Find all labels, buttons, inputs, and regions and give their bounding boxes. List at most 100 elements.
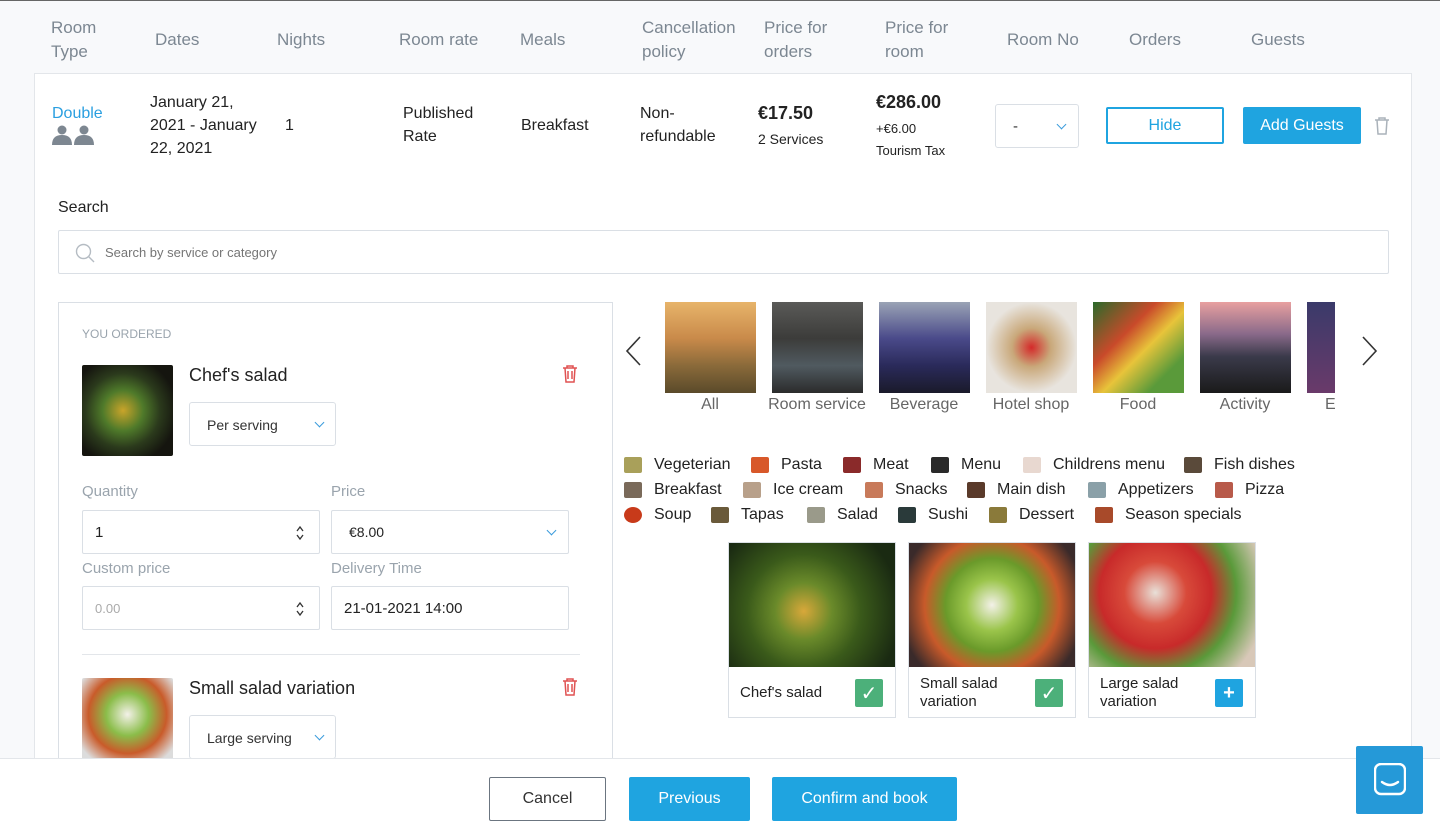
carousel-prev-icon[interactable] — [624, 335, 642, 367]
tag-menu[interactable]: Menu — [931, 456, 1001, 474]
product-card[interactable]: Chef's salad ✓ — [728, 542, 896, 718]
category-beverage-label[interactable]: Beverage — [869, 396, 979, 414]
tag-childrens-menu[interactable]: Childrens menu — [1023, 456, 1165, 474]
carousel-next-icon[interactable] — [1361, 335, 1379, 367]
col-price-orders: Price for orders — [764, 18, 828, 61]
product-card[interactable]: Large salad variation + — [1088, 542, 1256, 718]
category-more-label[interactable]: E — [1325, 396, 1345, 414]
add-guests-button[interactable]: Add Guests — [1243, 107, 1361, 144]
category-all-image[interactable] — [665, 302, 756, 393]
category-room-service-label[interactable]: Room service — [762, 396, 872, 414]
tag-pizza[interactable]: Pizza — [1215, 481, 1284, 499]
fish-dishes-icon — [1184, 457, 1202, 473]
tax-label: Tourism Tax — [876, 143, 946, 158]
col-dates: Dates — [155, 30, 200, 49]
tag-season-specials[interactable]: Season specials — [1095, 506, 1242, 524]
menu-icon — [931, 457, 949, 473]
serving-select[interactable]: Per serving — [189, 402, 336, 446]
trash-icon[interactable] — [562, 678, 578, 696]
confirm-book-button[interactable]: Confirm and book — [772, 777, 957, 821]
room-type-link[interactable]: Double — [52, 102, 103, 125]
serving-value: Large serving — [207, 730, 292, 746]
category-room-service-image[interactable] — [772, 302, 863, 393]
category-beverage-image[interactable] — [879, 302, 970, 393]
quantity-stepper[interactable]: 1 — [82, 510, 320, 554]
tag-pasta[interactable]: Pasta — [751, 456, 822, 474]
stepper-arrows-icon[interactable] — [295, 523, 305, 543]
serving-value: Per serving — [207, 417, 278, 433]
tag-appetizers[interactable]: Appetizers — [1088, 481, 1194, 499]
orders-count: 2 Services — [758, 131, 824, 147]
product-image — [909, 543, 1075, 667]
price-select[interactable]: €8.00 — [331, 510, 569, 554]
search-box[interactable] — [58, 230, 1389, 274]
tag-fish-dishes[interactable]: Fish dishes — [1184, 456, 1295, 474]
tag-salad[interactable]: Salad — [807, 506, 878, 524]
delivery-time-input[interactable]: 21-01-2021 14:00 — [331, 586, 569, 630]
main-dish-icon — [967, 482, 985, 498]
tag-vegeterian[interactable]: Vegeterian — [624, 456, 731, 474]
room-no-select[interactable]: - — [995, 104, 1079, 148]
category-activity-label[interactable]: Activity — [1190, 396, 1300, 414]
room-rate-value: Published Rate — [403, 105, 474, 145]
add-product-icon[interactable]: + — [1215, 679, 1243, 707]
col-price-room: Price for room — [885, 18, 949, 61]
stepper-arrows-icon[interactable] — [295, 599, 305, 619]
product-card[interactable]: Small salad variation ✓ — [908, 542, 1076, 718]
chat-icon — [1374, 763, 1406, 796]
category-activity-image[interactable] — [1200, 302, 1291, 393]
room-price: €286.00 — [876, 92, 942, 112]
services-panel: Search YOU ORDERED Chef's salad Per serv… — [34, 178, 1412, 782]
category-food-image[interactable] — [1093, 302, 1184, 393]
chat-launcher[interactable] — [1356, 746, 1423, 814]
tag-meat[interactable]: Meat — [843, 456, 909, 474]
ordered-item-name: Chef's salad — [189, 365, 288, 385]
search-icon — [75, 243, 95, 263]
chefs-salad-thumbnail — [82, 365, 173, 456]
price-value: €8.00 — [349, 524, 385, 540]
search-input[interactable] — [105, 231, 1005, 273]
category-food-label[interactable]: Food — [1083, 396, 1193, 414]
delete-row-icon[interactable] — [1374, 117, 1390, 135]
tag-soup[interactable]: Soup — [624, 506, 691, 524]
serving-select[interactable]: Large serving — [189, 715, 336, 759]
chevron-down-icon — [546, 525, 557, 536]
meat-icon — [843, 457, 861, 473]
salad-icon — [807, 507, 825, 523]
hide-button[interactable]: Hide — [1106, 107, 1224, 144]
cancel-button[interactable]: Cancel — [489, 777, 606, 821]
col-guests: Guests — [1251, 30, 1305, 49]
custom-price-input[interactable]: 0.00 — [82, 586, 320, 630]
tag-ice-cream[interactable]: Ice cream — [743, 481, 843, 499]
search-label: Search — [58, 199, 109, 216]
meals-value: Breakfast — [521, 117, 589, 134]
footer-bar: Cancel Previous Confirm and book — [0, 758, 1440, 835]
tag-tapas[interactable]: Tapas — [711, 506, 784, 524]
category-hotel-shop-label[interactable]: Hotel shop — [976, 396, 1086, 414]
delivery-time-value: 21-01-2021 14:00 — [344, 600, 463, 617]
trash-icon[interactable] — [562, 365, 578, 383]
chevron-down-icon — [314, 730, 325, 741]
product-name: Small salad variation — [920, 675, 998, 710]
small-salad-thumbnail — [82, 678, 173, 769]
season-specials-icon — [1095, 507, 1113, 523]
tag-sushi[interactable]: Sushi — [898, 506, 968, 524]
ordered-title: YOU ORDERED — [82, 327, 172, 341]
tag-snacks[interactable]: Snacks — [865, 481, 947, 499]
selected-check-icon[interactable]: ✓ — [855, 679, 883, 707]
category-more-image[interactable] — [1307, 302, 1335, 393]
tag-dessert[interactable]: Dessert — [989, 506, 1074, 524]
category-hotel-shop-image[interactable] — [986, 302, 1077, 393]
previous-button[interactable]: Previous — [629, 777, 750, 821]
snacks-icon — [865, 482, 883, 498]
selected-check-icon[interactable]: ✓ — [1035, 679, 1063, 707]
product-image — [729, 543, 895, 667]
col-cancellation: Cancellation policy — [642, 18, 736, 61]
custom-price-placeholder: 0.00 — [95, 601, 121, 616]
sushi-icon — [898, 507, 916, 523]
divider — [82, 654, 580, 655]
category-all-label[interactable]: All — [655, 396, 765, 414]
tag-main-dish[interactable]: Main dish — [967, 481, 1065, 499]
childrens-menu-icon — [1023, 457, 1041, 473]
tag-breakfast[interactable]: Breakfast — [624, 481, 722, 499]
